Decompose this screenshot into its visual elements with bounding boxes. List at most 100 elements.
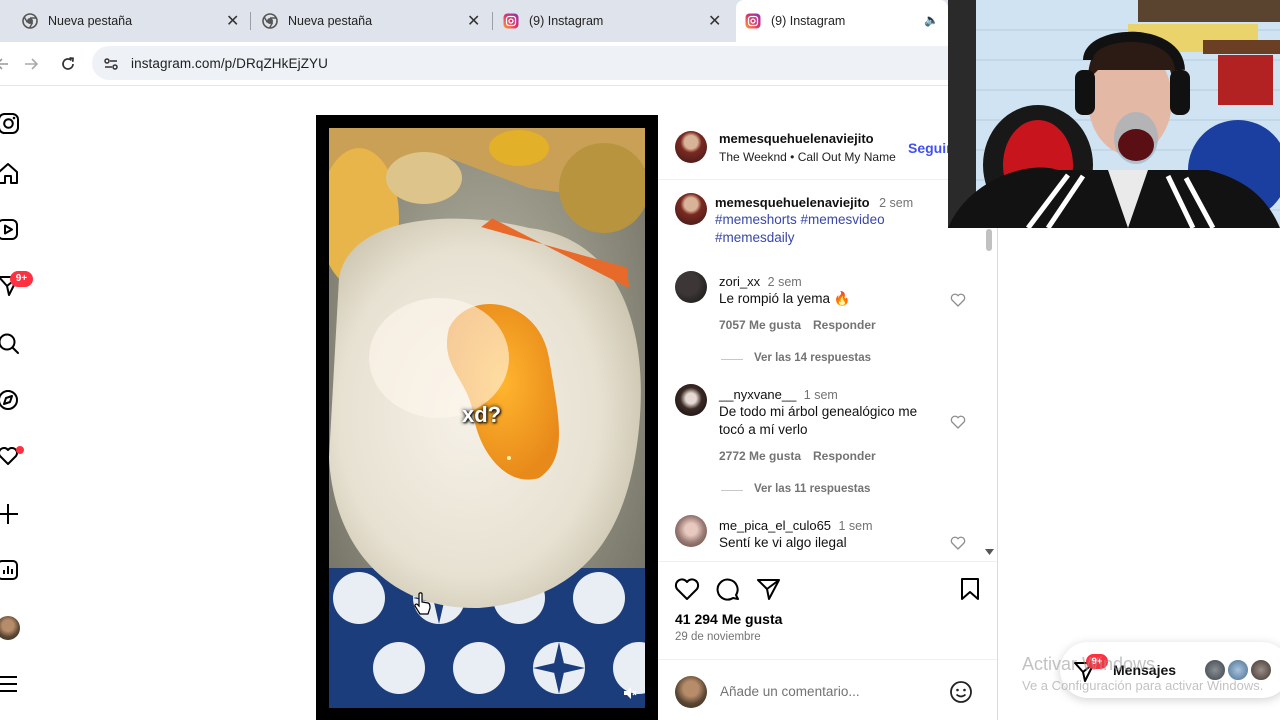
comment-username[interactable]: zori_xx	[719, 274, 760, 289]
tab-divider	[492, 12, 493, 30]
forward-arrow-icon[interactable]	[24, 56, 38, 72]
audio-song: Call Out My Name	[797, 150, 896, 164]
author-avatar[interactable]	[675, 131, 707, 163]
comment-avatar[interactable]	[675, 384, 707, 416]
add-comment-input[interactable]: Añade un comentario...	[720, 684, 860, 699]
comment-time: 1 sem	[803, 388, 838, 402]
comment-divider	[658, 659, 997, 660]
author-username[interactable]: memesquehuelenaviejito	[719, 131, 874, 146]
profile-avatar[interactable]	[0, 616, 20, 640]
header-divider	[658, 179, 997, 180]
comment-avatar[interactable]	[675, 515, 707, 547]
comment-time: 1 sem	[838, 519, 873, 533]
reels-icon[interactable]	[0, 218, 22, 242]
speaker-icon[interactable]: 🔈	[924, 13, 939, 27]
follow-button[interactable]: Seguir	[908, 140, 952, 156]
audio-artist: The Weeknd	[719, 150, 787, 164]
tab-title: Nueva pestaña	[288, 14, 373, 28]
tab-instagram-1[interactable]: (9) Instagram ✕	[494, 0, 734, 42]
instagram-icon	[503, 13, 519, 29]
chrome-icon	[262, 13, 278, 29]
view-replies-button[interactable]: Ver las 11 respuestas	[754, 483, 870, 495]
comment-like-icon[interactable]	[950, 414, 966, 430]
tab-new-1[interactable]: Nueva pestaña ✕	[0, 0, 248, 42]
audio-separator: •	[790, 150, 798, 164]
post-date: 29 de noviembre	[675, 631, 761, 643]
save-bookmark-icon[interactable]	[959, 577, 981, 601]
share-icon[interactable]	[756, 577, 782, 601]
comment-username[interactable]: me_pica_el_culo65	[719, 518, 831, 533]
explore-icon[interactable]	[0, 388, 22, 412]
hashtag-link[interactable]: #memesdaily	[715, 230, 795, 245]
caption-header: memesquehuelenaviejito 2 sem	[715, 194, 913, 212]
audio-info[interactable]: The Weeknd • Call Out My Name	[719, 150, 896, 164]
comment-username[interactable]: __nyxvane__	[719, 387, 796, 402]
tab-title: (9) Instagram	[529, 14, 604, 28]
url-text[interactable]: instagram.com/p/DRqZHkEjZYU	[131, 56, 328, 71]
hashtag-link[interactable]: #memesvideo	[801, 212, 885, 227]
comment-likes[interactable]: 7057 Me gusta	[719, 318, 801, 332]
notification-dot	[16, 446, 24, 454]
comment-avatar[interactable]	[675, 271, 707, 303]
comment-text: Sentí ke vi algo ilegal	[719, 535, 847, 550]
instagram-icon[interactable]	[0, 112, 22, 136]
emoji-icon[interactable]	[949, 680, 973, 704]
cursor-hand-icon	[414, 592, 431, 615]
activation-watermark-subtitle: Ve a Configuración para activar Windows.	[1022, 678, 1264, 693]
instagram-icon	[745, 13, 761, 29]
close-tab-icon[interactable]: ✕	[708, 11, 721, 31]
hashtag-link[interactable]: #memeshorts	[715, 212, 797, 227]
back-arrow-icon[interactable]	[0, 56, 10, 72]
comment-header: __nyxvane__ 1 sem	[719, 386, 838, 404]
reply-button[interactable]: Responder	[813, 449, 876, 463]
likes-count[interactable]: 41 294 Me gusta	[675, 611, 782, 627]
caption-hashtags: #memeshorts #memesvideo #memesdaily	[715, 211, 915, 247]
activation-watermark-title: Activar Windows	[1022, 654, 1156, 674]
comment-header: zori_xx 2 sem	[719, 273, 802, 291]
search-icon[interactable]	[0, 332, 22, 356]
caption-avatar[interactable]	[675, 193, 707, 225]
replies-line	[721, 490, 743, 491]
tab-divider	[250, 12, 251, 30]
mute-icon[interactable]	[623, 686, 637, 700]
tab-strip: Nueva pestaña ✕ Nueva pestaña ✕ (9) Inst…	[0, 0, 948, 42]
post-details-panel: memesquehuelenaviejito The Weeknd • Call…	[658, 115, 998, 720]
post-video[interactable]: xd?	[329, 128, 645, 708]
chrome-icon	[22, 13, 38, 29]
comment-text-line1: De todo mi árbol genealógico me	[719, 404, 918, 419]
messages-badge: 9+	[10, 271, 33, 287]
create-icon[interactable]	[0, 502, 22, 526]
caption-username[interactable]: memesquehuelenaviejito	[715, 195, 870, 210]
view-replies-button[interactable]: Ver las 14 respuestas	[754, 352, 871, 364]
scroll-down-arrow-icon[interactable]	[985, 549, 994, 556]
reply-button[interactable]: Responder	[813, 318, 876, 332]
comment-header: me_pica_el_culo65 1 sem	[719, 517, 873, 535]
comment-icon[interactable]	[715, 577, 741, 601]
comments-scrollbar[interactable]	[986, 229, 992, 251]
streamer-webcam-image	[948, 0, 1280, 228]
comment-like-icon[interactable]	[950, 292, 966, 308]
tab-title: (9) Instagram	[771, 14, 846, 28]
caption-time: 2 sem	[879, 196, 914, 210]
dashboard-icon[interactable]	[0, 558, 22, 582]
replies-line	[721, 359, 743, 360]
tab-title: Nueva pestaña	[48, 14, 133, 28]
tab-new-2[interactable]: Nueva pestaña ✕	[252, 0, 492, 42]
menu-icon[interactable]	[0, 672, 22, 696]
site-settings-icon[interactable]	[103, 56, 119, 72]
comment-time: 2 sem	[767, 275, 802, 289]
current-user-avatar	[675, 676, 707, 708]
like-icon[interactable]	[674, 577, 700, 601]
home-icon[interactable]	[0, 162, 22, 186]
comment-likes[interactable]: 2772 Me gusta	[719, 449, 801, 463]
webcam-overlay	[948, 0, 1280, 228]
tab-instagram-active[interactable]: (9) Instagram 🔈	[736, 0, 948, 42]
reload-icon[interactable]	[60, 56, 76, 72]
close-tab-icon[interactable]: ✕	[226, 11, 239, 31]
comment-like-icon[interactable]	[950, 535, 966, 551]
comment-text-line2: tocó a mí verlo	[719, 422, 808, 437]
comment-text: Le rompió la yema 🔥	[719, 291, 851, 306]
actions-divider	[658, 561, 997, 562]
video-overlay-text: xd?	[462, 402, 502, 427]
close-tab-icon[interactable]: ✕	[467, 11, 480, 31]
